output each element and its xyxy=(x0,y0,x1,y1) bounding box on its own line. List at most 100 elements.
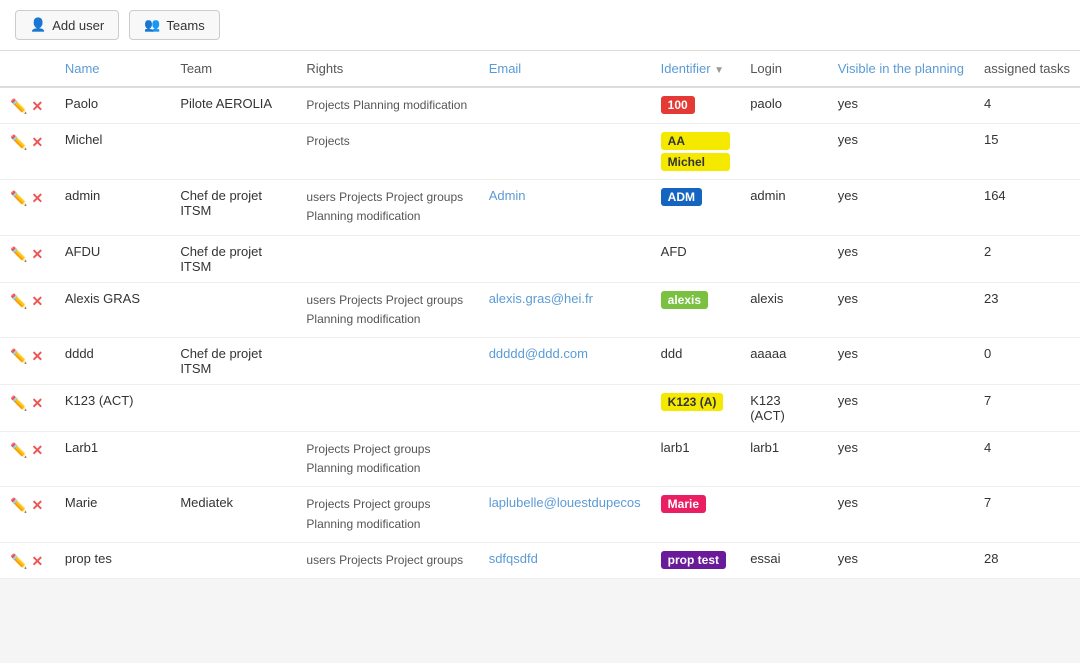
cell-name: admin xyxy=(55,180,170,235)
cell-visible: yes xyxy=(828,487,974,542)
table-row: ✏️ ✕ K123 (ACT)K123 (A)K123(ACT)yes7 xyxy=(0,384,1080,431)
identifier-sort-icon: ▼ xyxy=(714,65,724,76)
col-header-identifier[interactable]: Identifier ▼ xyxy=(651,51,741,87)
identifier-badge: K123 (A) xyxy=(661,393,724,411)
add-user-icon: 👤 xyxy=(30,17,46,33)
cell-login: K123(ACT) xyxy=(740,384,828,431)
cell-assigned: 164 xyxy=(974,180,1080,235)
table-row: ✏️ ✕ MarieMediatekProjects Project group… xyxy=(0,487,1080,542)
cell-identifier: larb1 xyxy=(651,431,741,486)
cell-rights: Projects Project groups Planning modific… xyxy=(296,487,478,542)
table-row: ✏️ ✕ MichelProjectsAAMichelyes15 xyxy=(0,124,1080,180)
cell-identifier: 100 xyxy=(651,87,741,124)
cell-visible: yes xyxy=(828,282,974,337)
delete-icon[interactable]: ✕ xyxy=(31,190,43,207)
cell-email: laplubelle@louestdupecos xyxy=(479,487,651,542)
cell-name: Marie xyxy=(55,487,170,542)
cell-rights: users Projects Project groups xyxy=(296,542,478,578)
cell-rights: Projects xyxy=(296,124,478,180)
edit-icon[interactable]: ✏️ xyxy=(10,134,27,151)
col-header-team: Team xyxy=(170,51,296,87)
cell-rights xyxy=(296,235,478,282)
delete-icon[interactable]: ✕ xyxy=(31,395,43,412)
cell-name: Alexis GRAS xyxy=(55,282,170,337)
row-actions: ✏️ ✕ xyxy=(10,96,45,115)
table-row: ✏️ ✕ adminChef de projet ITSMusers Proje… xyxy=(0,180,1080,235)
cell-login: admin xyxy=(740,180,828,235)
edit-icon[interactable]: ✏️ xyxy=(10,98,27,115)
cell-email: ddddd@ddd.com xyxy=(479,337,651,384)
table-header-row: Name Team Rights Email Identifier ▼ Logi… xyxy=(0,51,1080,87)
edit-icon[interactable]: ✏️ xyxy=(10,246,27,263)
row-actions: ✏️ ✕ xyxy=(10,291,45,310)
table-body: ✏️ ✕ PaoloPilote AEROLIAProjects Plannin… xyxy=(0,87,1080,578)
edit-icon[interactable]: ✏️ xyxy=(10,293,27,310)
delete-icon[interactable]: ✕ xyxy=(31,98,43,115)
col-header-name[interactable]: Name xyxy=(55,51,170,87)
cell-login: larb1 xyxy=(740,431,828,486)
delete-icon[interactable]: ✕ xyxy=(31,442,43,459)
row-actions: ✏️ ✕ xyxy=(10,188,45,207)
teams-icon: 👥 xyxy=(144,17,160,33)
cell-assigned: 0 xyxy=(974,337,1080,384)
cell-visible: yes xyxy=(828,337,974,384)
col-header-actions xyxy=(0,51,55,87)
row-actions: ✏️ ✕ xyxy=(10,244,45,263)
cell-visible: yes xyxy=(828,235,974,282)
col-header-email[interactable]: Email xyxy=(479,51,651,87)
users-table: Name Team Rights Email Identifier ▼ Logi… xyxy=(0,51,1080,579)
cell-login: alexis xyxy=(740,282,828,337)
cell-team xyxy=(170,124,296,180)
edit-icon[interactable]: ✏️ xyxy=(10,190,27,207)
delete-icon[interactable]: ✕ xyxy=(31,134,43,151)
delete-icon[interactable]: ✕ xyxy=(31,497,43,514)
col-header-assigned: assigned tasks xyxy=(974,51,1080,87)
delete-icon[interactable]: ✕ xyxy=(31,348,43,365)
cell-visible: yes xyxy=(828,542,974,578)
add-user-button[interactable]: 👤 Add user xyxy=(15,10,119,40)
delete-icon[interactable]: ✕ xyxy=(31,553,43,570)
cell-login xyxy=(740,235,828,282)
edit-icon[interactable]: ✏️ xyxy=(10,395,27,412)
col-header-visible[interactable]: Visible in the planning xyxy=(828,51,974,87)
cell-login xyxy=(740,124,828,180)
cell-identifier: AAMichel xyxy=(651,124,741,180)
identifier-badge: alexis xyxy=(661,291,708,309)
cell-visible: yes xyxy=(828,87,974,124)
cell-name: dddd xyxy=(55,337,170,384)
identifier-badge: ADM xyxy=(661,188,702,206)
row-actions: ✏️ ✕ xyxy=(10,551,45,570)
teams-button[interactable]: 👥 Teams xyxy=(129,10,219,40)
cell-name: Michel xyxy=(55,124,170,180)
cell-identifier: alexis xyxy=(651,282,741,337)
cell-team: Chef de projet ITSM xyxy=(170,337,296,384)
cell-rights: users Projects Project groups Planning m… xyxy=(296,282,478,337)
identifier-badge: 100 xyxy=(661,96,695,114)
delete-icon[interactable]: ✕ xyxy=(31,293,43,310)
table-row: ✏️ ✕ ddddChef de projet ITSM ddddd@ddd.co… xyxy=(0,337,1080,384)
cell-login xyxy=(740,487,828,542)
cell-identifier: ddd xyxy=(651,337,741,384)
cell-email xyxy=(479,431,651,486)
cell-assigned: 7 xyxy=(974,487,1080,542)
table-row: ✏️ ✕ prop tesusers Projects Project grou… xyxy=(0,542,1080,578)
row-actions: ✏️ ✕ xyxy=(10,440,45,459)
row-actions: ✏️ ✕ xyxy=(10,132,45,151)
cell-team: Chef de projet ITSM xyxy=(170,235,296,282)
cell-rights: Projects Planning modification xyxy=(296,87,478,124)
edit-icon[interactable]: ✏️ xyxy=(10,553,27,570)
cell-rights: users Projects Project groups Planning m… xyxy=(296,180,478,235)
cell-team: Chef de projet ITSM xyxy=(170,180,296,235)
table-row: ✏️ ✕ AFDUChef de projet ITSMAFDyes2 xyxy=(0,235,1080,282)
row-actions: ✏️ ✕ xyxy=(10,346,45,365)
delete-icon[interactable]: ✕ xyxy=(31,246,43,263)
cell-assigned: 15 xyxy=(974,124,1080,180)
toolbar: 👤 Add user 👥 Teams xyxy=(0,0,1080,51)
edit-icon[interactable]: ✏️ xyxy=(10,348,27,365)
cell-name: Larb1 xyxy=(55,431,170,486)
edit-icon[interactable]: ✏️ xyxy=(10,497,27,514)
cell-team: Mediatek xyxy=(170,487,296,542)
col-header-login: Login xyxy=(740,51,828,87)
cell-name: AFDU xyxy=(55,235,170,282)
edit-icon[interactable]: ✏️ xyxy=(10,442,27,459)
